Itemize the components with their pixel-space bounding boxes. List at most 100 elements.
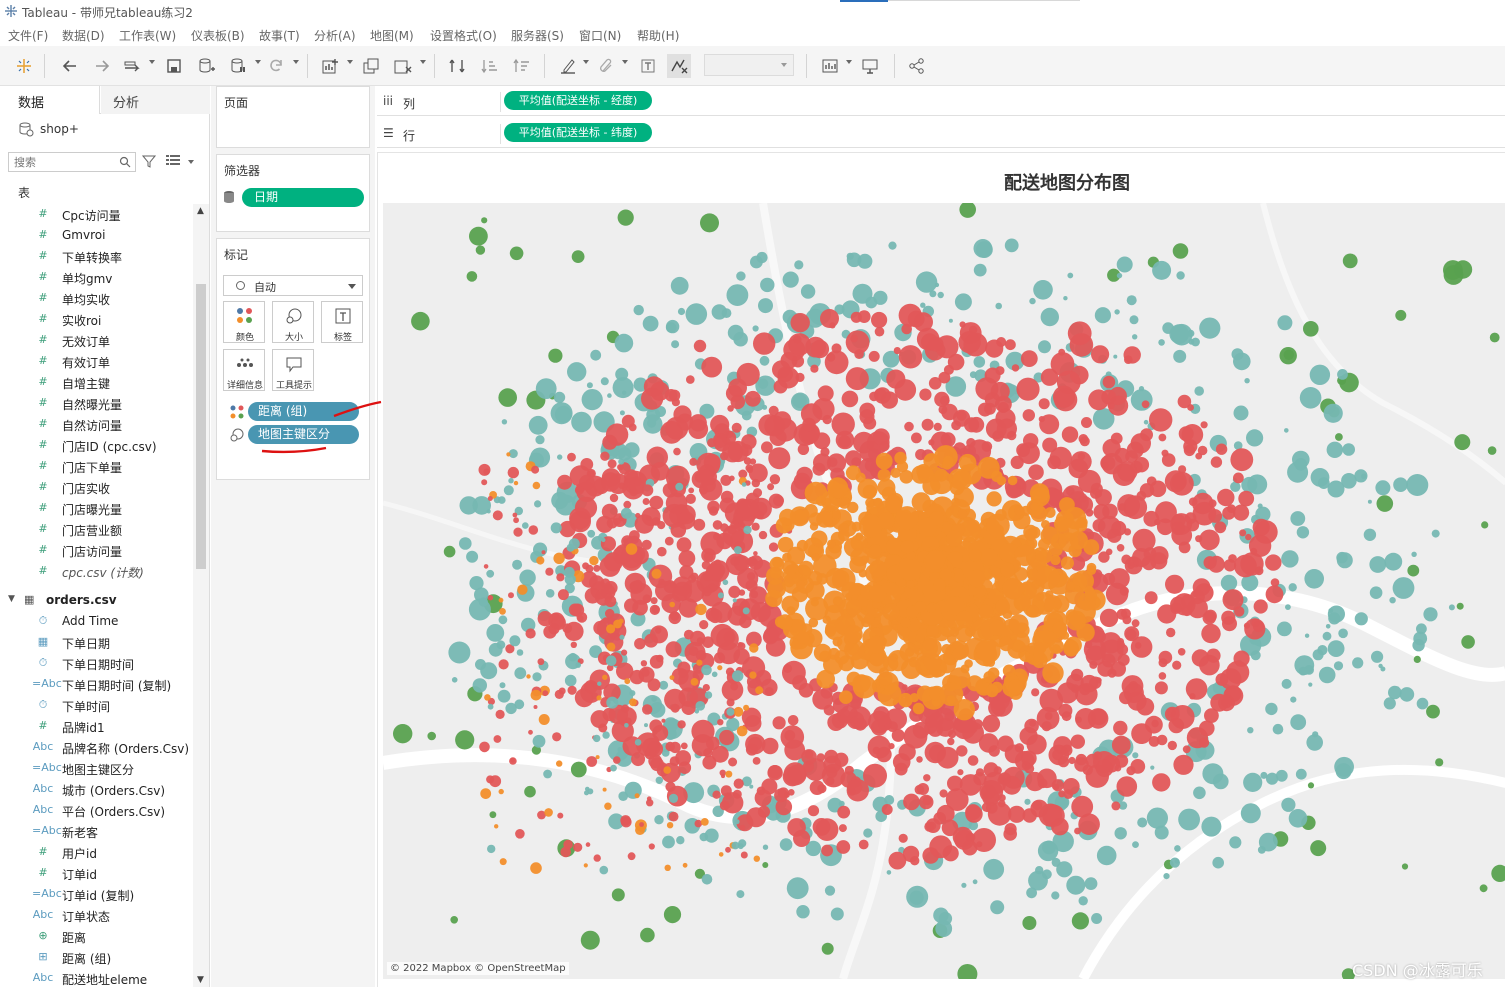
field-item[interactable]: Abc 品牌名称 (Orders.Csv) xyxy=(0,737,192,758)
map-view[interactable]: © 2022 Mapbox © OpenStreetMap xyxy=(383,203,1505,979)
collapse-pane-icon[interactable]: ‹ xyxy=(113,92,202,106)
field-item[interactable]: # 实收roi xyxy=(0,309,192,330)
search-input[interactable] xyxy=(9,153,113,171)
presentation-mode-icon[interactable] xyxy=(858,54,882,78)
map-canvas[interactable] xyxy=(383,203,1505,979)
new-datasource-icon[interactable] xyxy=(194,54,218,78)
columns-pill[interactable]: 平均值(配送坐标 - 经度) xyxy=(504,91,652,110)
field-item[interactable]: =Abc 下单日期时间 (复制) xyxy=(0,674,192,695)
field-item[interactable]: # 门店下单量 xyxy=(0,456,192,477)
tooltip-button[interactable]: 工具提示 xyxy=(272,349,314,391)
rows-pill[interactable]: 平均值(配送坐标 - 纬度) xyxy=(504,123,652,142)
menu-format[interactable]: 设置格式(O) xyxy=(430,27,497,44)
fix-axes-icon[interactable] xyxy=(667,54,691,78)
field-item[interactable]: # 用户id xyxy=(0,842,192,863)
field-item[interactable]: # 门店营业额 xyxy=(0,519,192,540)
datasource-row[interactable]: shop+ xyxy=(18,120,79,138)
detail-button[interactable]: 详细信息 xyxy=(223,349,265,391)
columns-shelf[interactable]: iii 列 平均值(配送坐标 - 经度) xyxy=(377,86,1505,116)
field-item[interactable]: # 门店曝光量 xyxy=(0,498,192,519)
rows-shelf[interactable]: ☰ 行 平均值(配送坐标 - 纬度) xyxy=(377,118,1505,148)
redo-icon[interactable] xyxy=(90,54,114,78)
save-icon[interactable] xyxy=(162,54,186,78)
marks-pill-map-key[interactable]: 地图主键区分 xyxy=(248,425,359,444)
color-button[interactable]: 颜色 xyxy=(223,301,265,343)
menu-dashboard[interactable]: 仪表板(B) xyxy=(191,27,245,44)
scroll-up-icon[interactable]: ▲ xyxy=(197,206,204,216)
new-worksheet-icon[interactable] xyxy=(318,54,342,78)
menu-data[interactable]: 数据(D) xyxy=(62,27,105,44)
field-item[interactable]: # Cpc访问量 xyxy=(0,204,192,225)
field-item[interactable]: ⏱ 下单时间 xyxy=(0,695,192,716)
field-item[interactable]: # 订单id xyxy=(0,863,192,884)
menu-server[interactable]: 服务器(S) xyxy=(511,27,564,44)
pause-dropdown-icon[interactable] xyxy=(255,60,261,64)
menu-map[interactable]: 地图(M) xyxy=(370,27,414,44)
menu-analysis[interactable]: 分析(A) xyxy=(314,27,356,44)
field-item[interactable]: ⏱ 下单日期时间 xyxy=(0,653,192,674)
swap-rows-columns-icon[interactable] xyxy=(445,54,469,78)
scroll-thumb[interactable] xyxy=(196,284,206,569)
menu-window[interactable]: 窗口(N) xyxy=(579,27,621,44)
show-me-dropdown-icon[interactable] xyxy=(846,60,852,64)
field-item[interactable]: Abc 平台 (Orders.Csv) xyxy=(0,800,192,821)
table-header-orders[interactable]: ▼ ▦ orders.csv xyxy=(0,590,192,611)
group-dropdown-icon[interactable] xyxy=(622,60,628,64)
field-item[interactable]: Abc 订单状态 xyxy=(0,905,192,926)
tab-data[interactable]: 数据 xyxy=(0,86,100,114)
field-item[interactable]: # Gmvroi xyxy=(0,225,192,246)
field-item[interactable]: ▦ 下单日期 xyxy=(0,632,192,653)
menu-worksheet[interactable]: 工作表(W) xyxy=(119,27,176,44)
search-field[interactable] xyxy=(8,152,136,172)
highlight-icon[interactable] xyxy=(556,54,580,78)
field-item[interactable]: # 有效订单 xyxy=(0,351,192,372)
menu-file[interactable]: 文件(F) xyxy=(8,27,48,44)
scroll-down-icon[interactable]: ▼ xyxy=(197,975,204,985)
expand-caret-icon[interactable]: ▼ xyxy=(8,594,15,604)
show-mark-labels-icon[interactable] xyxy=(636,54,660,78)
field-item[interactable]: =Abc 新老客 xyxy=(0,821,192,842)
new-worksheet-dropdown-icon[interactable] xyxy=(347,60,353,64)
label-button[interactable]: 标签 xyxy=(321,301,363,343)
fit-dropdown[interactable] xyxy=(704,54,794,76)
filter-pill-date[interactable]: 日期 xyxy=(242,188,364,207)
group-members-icon[interactable] xyxy=(594,54,618,78)
replay-dropdown-icon[interactable] xyxy=(149,60,155,64)
refresh-dropdown-icon[interactable] xyxy=(293,60,299,64)
replay-icon[interactable] xyxy=(120,54,144,78)
field-item[interactable]: # 无效订单 xyxy=(0,330,192,351)
filters-card[interactable]: 筛选器 日期 xyxy=(216,154,370,232)
tab-analysis[interactable]: 分析 ‹ xyxy=(101,86,210,114)
field-item[interactable]: ⊕ 距离 xyxy=(0,926,192,947)
mark-type-dropdown[interactable]: 自动 xyxy=(223,275,363,296)
duplicate-sheet-icon[interactable] xyxy=(359,54,383,78)
size-button[interactable]: 大小 xyxy=(272,301,314,343)
show-me-icon[interactable] xyxy=(818,54,842,78)
field-item[interactable]: =Abc 订单id (复制) xyxy=(0,884,192,905)
field-item[interactable]: # 品牌id1 xyxy=(0,716,192,737)
sort-ascending-icon[interactable] xyxy=(478,54,502,78)
menu-story[interactable]: 故事(T) xyxy=(259,27,300,44)
menu-help[interactable]: 帮助(H) xyxy=(637,27,679,44)
field-item[interactable]: # 自然访问量 xyxy=(0,414,192,435)
field-item[interactable]: Abc 配送地址eleme xyxy=(0,968,192,987)
tableau-home-icon[interactable] xyxy=(12,54,36,78)
share-icon[interactable] xyxy=(905,54,929,78)
field-item[interactable]: # 门店实收 xyxy=(0,477,192,498)
scrollbar[interactable]: ▲ ▼ xyxy=(193,204,209,987)
field-item[interactable]: =Abc 地图主键区分 xyxy=(0,758,192,779)
field-item[interactable]: Abc 城市 (Orders.Csv) xyxy=(0,779,192,800)
highlight-dropdown-icon[interactable] xyxy=(583,60,589,64)
undo-icon[interactable] xyxy=(58,54,82,78)
view-dropdown-icon[interactable] xyxy=(188,160,194,164)
marks-pill-distance-group[interactable]: 距离 (组) xyxy=(248,402,359,421)
pages-card[interactable]: 页面 xyxy=(216,86,370,148)
filter-funnel-icon[interactable] xyxy=(142,154,156,168)
field-item[interactable]: # 门店ID (cpc.csv) xyxy=(0,435,192,456)
list-view-icon[interactable] xyxy=(166,154,182,166)
field-item[interactable]: # 门店访问量 xyxy=(0,540,192,561)
field-item[interactable]: ⏱ Add Time xyxy=(0,611,192,632)
field-item[interactable]: # 自然曝光量 xyxy=(0,393,192,414)
clear-dropdown-icon[interactable] xyxy=(420,60,426,64)
field-item[interactable]: # 单均实收 xyxy=(0,288,192,309)
